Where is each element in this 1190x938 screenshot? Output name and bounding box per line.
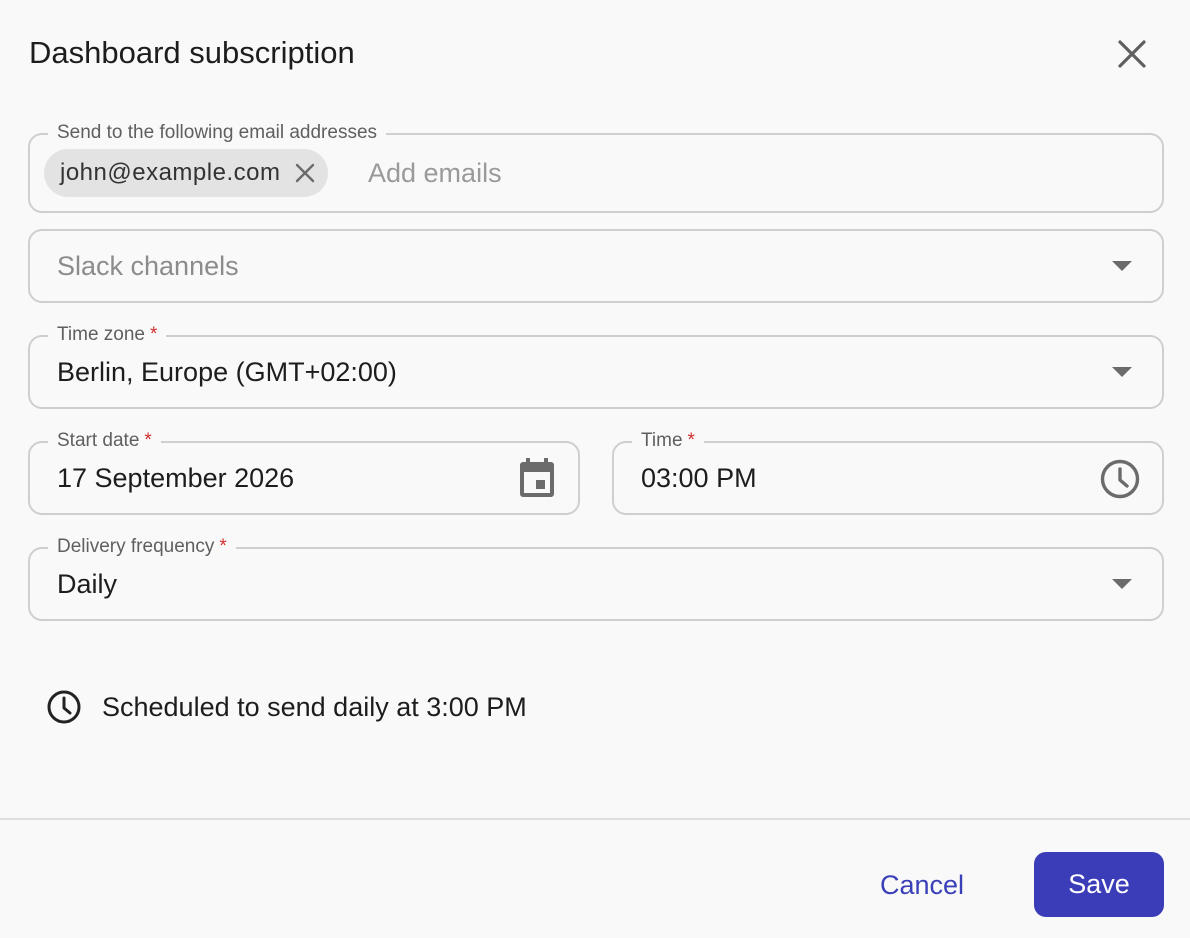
time-field[interactable]: Time * 03:00 PM	[612, 430, 1164, 515]
dialog-title: Dashboard subscription	[29, 35, 355, 70]
calendar-picker-button[interactable]	[516, 457, 558, 499]
required-mark: *	[687, 430, 695, 451]
clock-icon	[1100, 459, 1140, 499]
chip-remove-button[interactable]	[294, 162, 316, 184]
delivery-frequency-value: Daily	[57, 569, 118, 599]
schedule-summary-text: Scheduled to send daily at 3:00 PM	[102, 691, 527, 722]
required-mark: *	[219, 536, 227, 557]
chevron-down-icon	[1112, 261, 1132, 271]
start-date-label: Start date *	[48, 430, 161, 452]
slack-channels-placeholder: Slack channels	[57, 251, 239, 281]
required-mark: *	[150, 324, 158, 345]
email-recipients-field[interactable]: Send to the following email addresses jo…	[28, 122, 1164, 213]
timezone-label-text: Time zone	[57, 324, 145, 345]
close-icon	[1118, 40, 1146, 68]
timezone-label: Time zone *	[48, 324, 167, 346]
cancel-button[interactable]: Cancel	[858, 860, 986, 910]
email-recipients-label-text: Send to the following email addresses	[57, 122, 378, 143]
add-emails-input[interactable]	[368, 155, 868, 191]
email-chip-label: john@example.com	[60, 159, 281, 186]
start-date-label-text: Start date	[57, 430, 140, 451]
save-button[interactable]: Save	[1034, 852, 1164, 917]
time-label: Time *	[632, 430, 704, 452]
time-value: 03:00 PM	[641, 463, 757, 493]
subscription-dialog: Dashboard subscription Send to the follo…	[0, 0, 1190, 938]
delivery-frequency-label-text: Delivery frequency	[57, 536, 215, 557]
required-mark: *	[144, 430, 152, 451]
chevron-down-icon	[1112, 579, 1132, 589]
footer-divider	[0, 818, 1190, 820]
start-date-field[interactable]: Start date * 17 September 2026	[28, 430, 580, 515]
start-date-value: 17 September 2026	[57, 463, 295, 493]
delivery-frequency-select[interactable]: Delivery frequency * Daily	[28, 536, 1164, 621]
email-chip[interactable]: john@example.com	[44, 149, 329, 197]
time-label-text: Time	[641, 430, 683, 451]
close-icon	[296, 163, 315, 183]
clock-icon	[47, 690, 81, 724]
timezone-value: Berlin, Europe (GMT+02:00)	[57, 357, 397, 387]
schedule-summary: Scheduled to send daily at 3:00 PM	[46, 688, 527, 726]
slack-channels-select[interactable]: Slack channels	[28, 229, 1164, 303]
timezone-select[interactable]: Time zone * Berlin, Europe (GMT+02:00)	[28, 324, 1164, 409]
email-recipients-label: Send to the following email addresses	[48, 122, 387, 144]
time-picker-button[interactable]	[1098, 457, 1142, 501]
close-button[interactable]	[1110, 32, 1154, 76]
calendar-icon	[520, 458, 554, 497]
chevron-down-icon	[1112, 367, 1132, 377]
delivery-frequency-label: Delivery frequency *	[48, 536, 236, 558]
